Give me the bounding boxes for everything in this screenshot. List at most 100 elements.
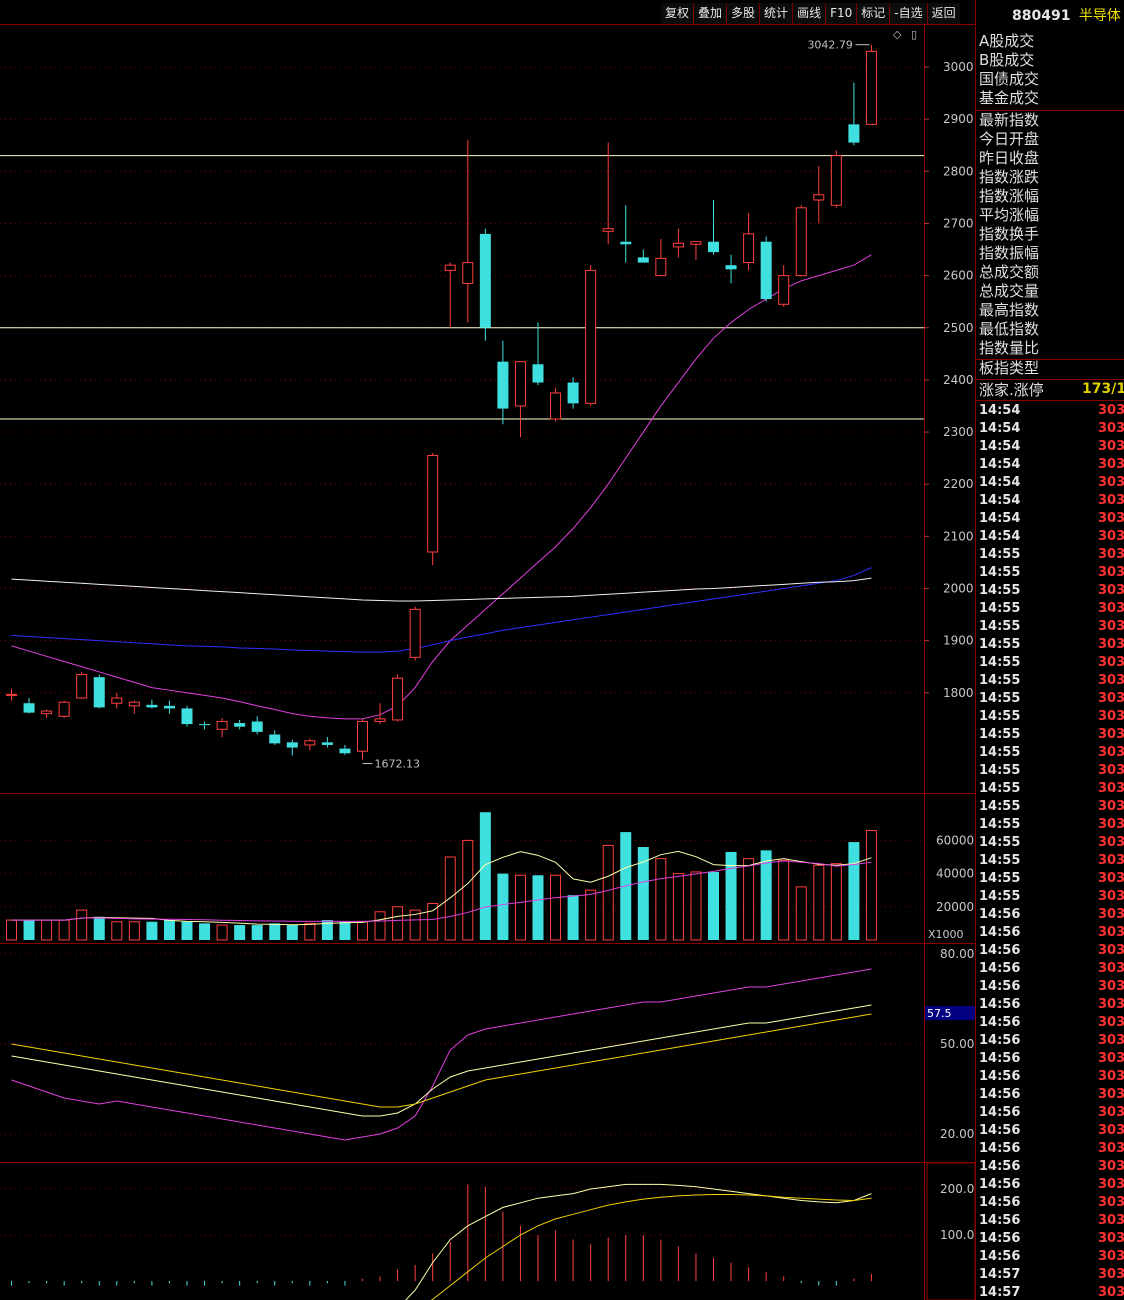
candle-body[interactable]: [357, 720, 368, 752]
tick-row[interactable]: 14:56 303: [979, 1014, 1124, 1032]
tick-row[interactable]: 14:54 303: [979, 402, 1124, 420]
candle-body[interactable]: [725, 265, 737, 270]
volume-bar[interactable]: [550, 874, 562, 941]
draw-line-button[interactable]: 画线: [792, 3, 826, 24]
tick-row[interactable]: 14:56 303: [979, 1068, 1124, 1086]
candle-body[interactable]: [374, 718, 386, 722]
volume-bar[interactable]: [6, 919, 17, 941]
candle-body[interactable]: [620, 241, 632, 245]
tick-row[interactable]: 14:54 303: [979, 438, 1124, 456]
tick-row[interactable]: 14:56 303: [979, 960, 1124, 978]
f10-button[interactable]: F10: [825, 3, 857, 24]
volume-bar[interactable]: [602, 844, 614, 941]
tick-row[interactable]: 14:56 303: [979, 906, 1124, 924]
tick-row[interactable]: 14:55 303: [979, 834, 1124, 852]
candle-body[interactable]: [251, 721, 263, 732]
tick-row[interactable]: 14:55 303: [979, 672, 1124, 690]
back-button[interactable]: 返回: [926, 3, 960, 24]
tick-row[interactable]: 14:55 303: [979, 888, 1124, 906]
volume-bar[interactable]: [585, 889, 597, 941]
scroll-icon[interactable]: ▯: [911, 28, 917, 41]
candle-body[interactable]: [550, 392, 562, 420]
volume-bar[interactable]: [444, 856, 456, 941]
tick-row[interactable]: 14:55 303: [979, 636, 1124, 654]
candle-body[interactable]: [497, 361, 509, 409]
tick-row[interactable]: 14:55 303: [979, 708, 1124, 726]
tick-row[interactable]: 14:56 303: [979, 978, 1124, 996]
fuquan-button[interactable]: 复权: [661, 3, 694, 24]
candlesticks[interactable]: [6, 44, 877, 760]
candle-body[interactable]: [181, 708, 193, 725]
candle-body[interactable]: [6, 693, 17, 696]
volume-bar[interactable]: [778, 859, 790, 941]
volume-bar[interactable]: [216, 924, 228, 941]
candle-body[interactable]: [830, 155, 842, 206]
candle-body[interactable]: [848, 124, 860, 143]
candle-body[interactable]: [795, 207, 807, 277]
candle-body[interactable]: [76, 674, 88, 699]
candle-body[interactable]: [708, 241, 719, 253]
volume-bar[interactable]: [690, 871, 702, 941]
candle-body[interactable]: [514, 361, 526, 407]
candle-body[interactable]: [672, 242, 684, 248]
candle-body[interactable]: [743, 233, 755, 264]
tick-row[interactable]: 14:54 303: [979, 528, 1124, 546]
volume-bar[interactable]: [76, 909, 88, 941]
volume-bar[interactable]: [251, 925, 263, 940]
tick-row[interactable]: 14:56 303: [979, 1104, 1124, 1122]
tick-row[interactable]: 14:55 303: [979, 726, 1124, 744]
tick-row[interactable]: 14:54 303: [979, 456, 1124, 474]
volume-bar[interactable]: [234, 925, 246, 940]
candle-body[interactable]: [427, 455, 439, 553]
tick-row[interactable]: 14:56 303: [979, 1122, 1124, 1140]
tick-row[interactable]: 14:55 303: [979, 690, 1124, 708]
tick-row[interactable]: 14:56 303: [979, 996, 1124, 1014]
volume-bar[interactable]: [813, 864, 825, 941]
overlay-button[interactable]: 叠加: [693, 3, 727, 24]
volume-bar[interactable]: [146, 921, 158, 940]
volume-bar[interactable]: [479, 812, 491, 940]
volume-bar[interactable]: [865, 829, 877, 941]
volume-bar[interactable]: [41, 919, 53, 941]
volume-bar[interactable]: [830, 863, 842, 941]
tick-row[interactable]: 14:54 303: [979, 510, 1124, 528]
candle-body[interactable]: [234, 723, 246, 727]
tick-row[interactable]: 14:55 303: [979, 816, 1124, 834]
candle-body[interactable]: [146, 704, 158, 708]
candle-body[interactable]: [585, 269, 597, 404]
candle-body[interactable]: [690, 241, 702, 245]
candle-body[interactable]: [41, 710, 53, 715]
tick-row[interactable]: 14:56 303: [979, 1032, 1124, 1050]
volume-bar[interactable]: [286, 925, 298, 940]
volume-bar[interactable]: [357, 921, 368, 941]
tick-row[interactable]: 14:55 303: [979, 744, 1124, 762]
volume-bar[interactable]: [848, 842, 860, 940]
tick-row[interactable]: 14:56 303: [979, 1212, 1124, 1230]
volume-bar[interactable]: [462, 839, 474, 941]
tick-row[interactable]: 14:56 303: [979, 1230, 1124, 1248]
tick-row[interactable]: 14:56 303: [979, 942, 1124, 960]
tick-row[interactable]: 14:56 303: [979, 1158, 1124, 1176]
candle-body[interactable]: [532, 364, 544, 383]
volume-bar[interactable]: [374, 911, 386, 941]
candle-body[interactable]: [760, 241, 772, 300]
candle-body[interactable]: [128, 701, 140, 707]
tick-row[interactable]: 14:56 303: [979, 1194, 1124, 1212]
tick-row[interactable]: 14:56 303: [979, 1248, 1124, 1266]
volume-bar[interactable]: [637, 847, 649, 940]
candle-body[interactable]: [304, 740, 316, 746]
candle-body[interactable]: [409, 608, 421, 658]
volume-bar[interactable]: [514, 874, 526, 941]
candle-body[interactable]: [216, 720, 228, 730]
candle-body[interactable]: [462, 262, 474, 284]
volume-bar[interactable]: [58, 919, 70, 941]
volume-bar[interactable]: [427, 902, 439, 941]
tick-row[interactable]: 14:54 303: [979, 420, 1124, 438]
volume-bar[interactable]: [339, 921, 351, 940]
tick-row[interactable]: 14:55 303: [979, 546, 1124, 564]
tick-row[interactable]: 14:56 303: [979, 1050, 1124, 1068]
volume-bar[interactable]: [163, 920, 175, 940]
volume-bar[interactable]: [567, 895, 579, 940]
candle-body[interactable]: [778, 275, 790, 305]
candle-body[interactable]: [865, 50, 877, 125]
